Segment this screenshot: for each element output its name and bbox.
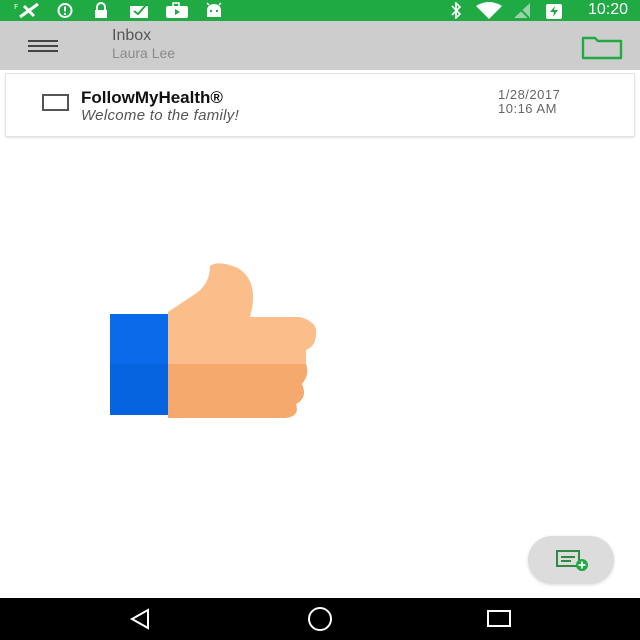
status-bar: F 10:20 [0, 0, 640, 21]
thumbs-up-icon [110, 262, 322, 422]
compose-message-icon [556, 550, 588, 571]
compose-message-button[interactable] [528, 536, 614, 584]
message-subject: Welcome to the family! [81, 107, 240, 124]
recents-icon[interactable] [485, 606, 515, 632]
app-bar: Inbox Laura Lee [0, 21, 640, 70]
android-icon [206, 2, 222, 17]
mail-check-icon [130, 4, 148, 18]
bluetooth-icon [451, 2, 462, 19]
status-time: 10:20 [587, 1, 628, 18]
account-name: Laura Lee [112, 45, 176, 61]
back-icon[interactable] [126, 606, 156, 632]
alert-circle-icon [57, 3, 73, 18]
system-nav-bar [0, 598, 640, 640]
home-icon[interactable] [305, 606, 335, 632]
battery-charging-icon [546, 4, 562, 19]
youtube-icon [166, 2, 188, 18]
wifi-icon [476, 2, 502, 19]
svg-text:F: F [14, 3, 18, 11]
message-time: 10:16 AM [498, 101, 557, 116]
folder-icon[interactable] [578, 32, 626, 62]
lock-icon [95, 2, 107, 18]
message-timestamp: 1/28/2017 10:16 AM [498, 88, 560, 116]
message-list-item[interactable]: FollowMyHealth® Welcome to the family! 1… [5, 73, 635, 137]
hamburger-menu-icon[interactable] [28, 38, 60, 54]
message-checkbox[interactable] [42, 94, 69, 111]
no-signal-icon [514, 3, 530, 19]
message-sender: FollowMyHealth® [81, 88, 223, 107]
page-title: Inbox [112, 27, 152, 44]
message-date: 1/28/2017 [498, 87, 561, 102]
title-block: Inbox Laura Lee [112, 27, 175, 61]
signal-off-icon: F [14, 2, 39, 19]
